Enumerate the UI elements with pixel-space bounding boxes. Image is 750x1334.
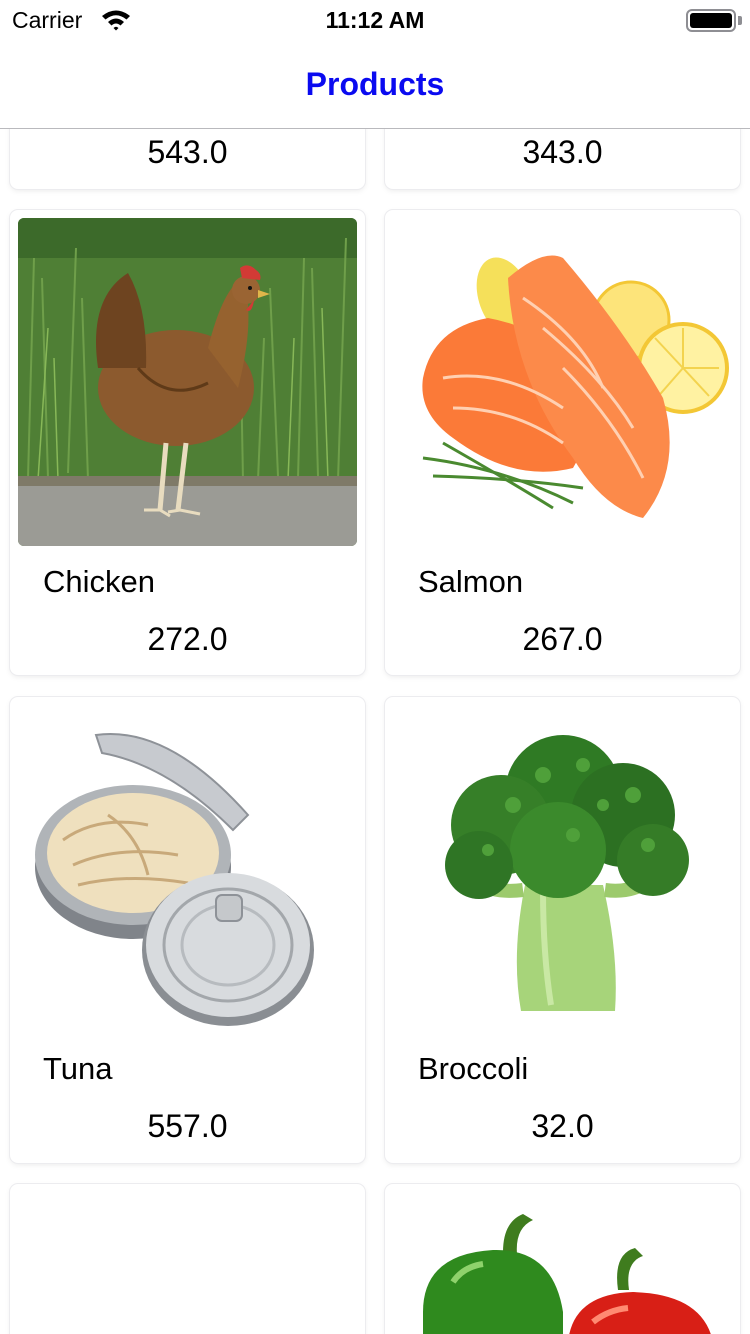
- product-name: Tuna: [43, 1051, 113, 1086]
- product-card-salmon[interactable]: Salmon 267.0: [385, 210, 740, 675]
- product-price: 32.0: [531, 1108, 594, 1144]
- bacon-image: [18, 1192, 357, 1334]
- product-name: Broccoli: [418, 1051, 529, 1086]
- product-card[interactable]: [10, 1184, 365, 1334]
- product-name: Chicken: [43, 564, 155, 599]
- product-price: 543.0: [147, 134, 228, 170]
- battery-icon: [686, 9, 736, 32]
- battery-nub: [738, 16, 742, 25]
- tuna-can-image: [18, 705, 357, 1033]
- chicken-image: [18, 218, 357, 546]
- navigation-bar: Products: [0, 40, 750, 129]
- product-card[interactable]: [385, 1184, 740, 1334]
- product-price: 272.0: [147, 621, 228, 657]
- page-title: Products: [305, 66, 445, 102]
- product-grid[interactable]: 543.0 343.0 Chicken 272.0 Salmon 267.0 T…: [0, 129, 750, 1334]
- salmon-image: [393, 218, 732, 546]
- product-card[interactable]: 343.0: [385, 129, 740, 189]
- product-card-chicken[interactable]: Chicken 272.0: [10, 210, 365, 675]
- status-bar: Carrier 11:12 AM: [0, 0, 750, 40]
- product-name: Salmon: [418, 564, 524, 599]
- product-card-broccoli[interactable]: Broccoli 32.0: [385, 697, 740, 1163]
- bell-peppers-image: [393, 1192, 732, 1334]
- product-card-tuna[interactable]: Tuna 557.0: [10, 697, 365, 1163]
- products-screen: Carrier 11:12 AM Products 543.0 343.0 Ch…: [0, 0, 750, 1334]
- product-price: 343.0: [522, 134, 603, 170]
- broccoli-image: [393, 705, 732, 1033]
- product-card[interactable]: 543.0: [10, 129, 365, 189]
- product-price: 267.0: [522, 621, 603, 657]
- product-price: 557.0: [147, 1108, 228, 1144]
- status-time: 11:12 AM: [325, 7, 425, 33]
